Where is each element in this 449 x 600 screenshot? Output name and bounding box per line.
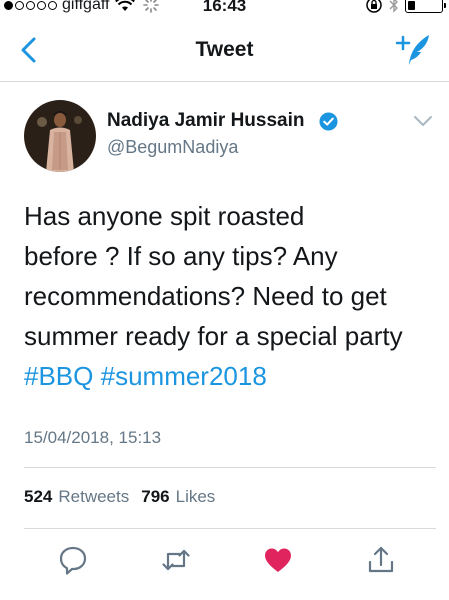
chevron-down-icon[interactable] (412, 113, 434, 129)
hashtag-bbq-link[interactable]: #BBQ (24, 361, 93, 391)
bluetooth-icon (389, 0, 398, 13)
battery-icon (405, 0, 446, 13)
retweet-icon[interactable] (161, 545, 191, 575)
avatar[interactable] (24, 100, 96, 172)
battery-level (408, 1, 415, 10)
tweet-text-line: recommendations? Need to get (24, 281, 387, 311)
status-bar: giffgaff 16:43 (0, 0, 449, 20)
share-icon[interactable] (366, 545, 396, 575)
tweet-text-line: before ? If so any tips? Any (24, 241, 338, 271)
retweets-label[interactable]: Retweets (58, 487, 129, 507)
avatar-image (24, 100, 96, 172)
tweet-text-line: summer ready for a special party (24, 321, 403, 351)
author-handle[interactable]: @BegumNadiya (107, 137, 238, 158)
tweet-timestamp: 15/04/2018, 15:13 (24, 428, 162, 447)
author-name[interactable]: Nadiya Jamir Hussain (107, 110, 304, 132)
hashtag-summer2018-link[interactable]: #summer2018 (101, 361, 267, 391)
reply-icon[interactable] (58, 545, 88, 575)
tweet-text: Has anyone spit roasted before ? If so a… (24, 196, 444, 396)
divider (24, 528, 436, 529)
tweet-stats: 524 Retweets 796 Likes (24, 487, 215, 507)
divider (24, 467, 436, 468)
tweet-hashtags-line: #BBQ #summer2018 (24, 356, 444, 396)
verified-badge-icon (319, 112, 338, 131)
compose-tweet-icon[interactable] (395, 32, 431, 68)
rotation-lock-icon (366, 0, 382, 13)
likes-label[interactable]: Likes (176, 487, 216, 507)
retweets-count[interactable]: 524 (24, 487, 52, 507)
likes-count[interactable]: 796 (141, 487, 169, 507)
tweet-text-line: Has anyone spit roasted (24, 201, 305, 231)
status-right (365, 0, 446, 13)
page-title: Tweet (195, 38, 254, 61)
nav-bar: Tweet (0, 20, 449, 82)
heart-icon[interactable] (263, 545, 293, 575)
